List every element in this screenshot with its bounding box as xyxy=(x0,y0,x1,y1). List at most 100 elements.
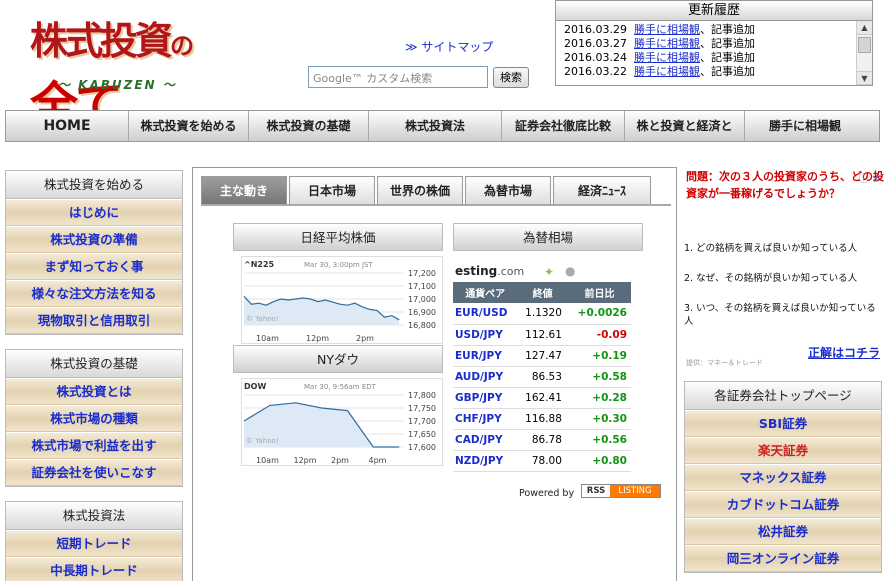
fx-row[interactable]: NZD/JPY 78.00 +0.80 xyxy=(453,450,631,472)
tab-2[interactable]: 世界の株価 xyxy=(377,176,463,204)
chart-stamp: Mar 30, 9:56am EDT xyxy=(304,383,377,391)
scroll-down-icon[interactable]: ▼ xyxy=(857,71,872,85)
chart-stamp: Mar 30, 3:00pm JST xyxy=(304,261,374,269)
fx-pair[interactable]: EUR/JPY xyxy=(453,345,518,367)
sidebar-link[interactable]: 短期トレード xyxy=(6,530,182,557)
tab-0[interactable]: 主な動き xyxy=(201,176,287,204)
broker-link[interactable]: 岡三オンライン証券 xyxy=(685,545,881,572)
history-link[interactable]: 勝手に相場観 xyxy=(634,23,700,36)
logo-subtitle: 〜 KABUZEN 〜 xyxy=(58,78,177,92)
sitemap-link[interactable]: ≫ サイトマップ xyxy=(405,38,493,55)
ad-credit: 提供：マネー＆トレード xyxy=(686,359,763,367)
history-link[interactable]: 勝手に相場観 xyxy=(634,37,700,50)
nav-item-5[interactable]: 株と投資と経済と xyxy=(625,111,745,141)
history-date: 2016.03.29 xyxy=(564,23,627,36)
fx-rate: 127.47 xyxy=(517,345,568,367)
nikkei-chart[interactable]: ^N225 Mar 30, 3:00pm JST 17,200 17,100 17,00… xyxy=(241,256,443,344)
fx-change: +0.80 xyxy=(567,450,631,472)
sidebar-link[interactable]: 株式投資とは xyxy=(6,378,182,405)
site-logo[interactable]: 株式投資の全て 〜 KABUZEN 〜 xyxy=(30,10,220,133)
ad-answer-link[interactable]: 正解はコチラ xyxy=(808,344,880,361)
nav-item-0[interactable]: HOME xyxy=(6,111,129,141)
broker-link[interactable]: カブドットコム証券 xyxy=(685,491,881,518)
fx-rate: 162.41 xyxy=(517,387,568,409)
history-link[interactable]: 勝手に相場観 xyxy=(634,51,700,64)
tab-divider xyxy=(201,204,671,206)
sidebar-link[interactable]: 株式投資の準備 xyxy=(6,226,182,253)
android-icon[interactable]: ✦ xyxy=(544,265,554,279)
fx-pair[interactable]: EUR/USD xyxy=(453,303,518,325)
quiz-ad[interactable]: 問題：次の３人の投資家のうち、どの投資家が一番稼げるでしょうか？ ⓘ ✕ 1. … xyxy=(684,168,884,378)
broker-link[interactable]: 楽天証券 xyxy=(685,437,881,464)
tab-1[interactable]: 日本市場 xyxy=(289,176,375,204)
sidebar-link[interactable]: はじめに xyxy=(6,199,182,226)
sidebar-section-title: 株式投資法 xyxy=(6,502,182,530)
sidebar-link[interactable]: 株式市場の種類 xyxy=(6,405,182,432)
sidebar-link[interactable]: まず知っておく事 xyxy=(6,253,182,280)
nav-item-4[interactable]: 証券会社徹底比較 xyxy=(502,111,625,141)
fx-table: 通貨ペア 終値 前日比 EUR/USD 1.1320 +0.0026 USD/JPY 1… xyxy=(453,282,631,472)
x-tick: 4pm xyxy=(369,456,387,465)
sidebar-link[interactable]: 様々な注文方法を知る xyxy=(6,280,182,307)
nikkei-title: 日経平均株価 xyxy=(233,223,443,251)
ad-info-icon[interactable]: ⓘ ✕ xyxy=(858,170,880,185)
sidebar-link[interactable]: 株式市場で利益を出す xyxy=(6,432,182,459)
fx-pair[interactable]: AUD/JPY xyxy=(453,366,518,388)
fx-row[interactable]: EUR/USD 1.1320 +0.0026 xyxy=(453,303,631,325)
investing-logo[interactable]: esting.com xyxy=(455,264,524,278)
apple-icon[interactable]: ● xyxy=(565,264,575,278)
fx-pair[interactable]: CHF/JPY xyxy=(453,408,518,430)
fx-change: +0.58 xyxy=(567,366,631,388)
ad-option: 2. なぜ、その銘柄が良いか知っている人 xyxy=(684,273,858,284)
broker-link[interactable]: SBI証券 xyxy=(685,410,881,437)
search-input[interactable]: Google™ カスタム検索 xyxy=(308,66,488,88)
scroll-up-icon[interactable]: ▲ xyxy=(857,21,872,35)
nav-item-6[interactable]: 勝手に相場観 xyxy=(745,111,865,141)
fx-row[interactable]: CAD/JPY 86.78 +0.56 xyxy=(453,429,631,451)
scroll-thumb[interactable] xyxy=(858,37,871,53)
sidebar-section: 株式投資の基礎 株式投資とは 株式市場の種類 株式市場で利益を出す 証券会社を使いこなす xyxy=(5,349,183,487)
fx-row[interactable]: CHF/JPY 116.88 +0.30 xyxy=(453,408,631,430)
y-tick: 16,900 xyxy=(408,308,436,317)
y-tick: 17,750 xyxy=(408,404,436,413)
fx-row[interactable]: USD/JPY 112.61 -0.09 xyxy=(453,324,631,346)
history-date: 2016.03.27 xyxy=(564,37,627,50)
sidebar-link[interactable]: 中長期トレード xyxy=(6,557,182,581)
fx-row[interactable]: EUR/JPY 127.47 +0.19 xyxy=(453,345,631,367)
history-suffix: 、記事追加 xyxy=(700,37,755,50)
history-item: 2016.03.27 勝手に相場観、記事追加 xyxy=(564,37,856,51)
fx-pair[interactable]: CAD/JPY xyxy=(453,429,518,451)
fx-pair[interactable]: GBP/JPY xyxy=(453,387,518,409)
nav-item-2[interactable]: 株式投資の基礎 xyxy=(249,111,369,141)
rss-listing-badge[interactable]: RSS LISTING xyxy=(581,484,661,498)
sidebar-section: 株式投資を始める はじめに 株式投資の準備 まず知っておく事 様々な注文方法を知る 現物取… xyxy=(5,170,183,335)
nav-item-1[interactable]: 株式投資を始める xyxy=(129,111,249,141)
search-button[interactable]: 検索 xyxy=(493,67,529,88)
global-nav: HOME 株式投資を始める 株式投資の基礎 株式投資法 証券会社徹底比較 株と投資と経済と… xyxy=(5,110,880,142)
sidebar-link[interactable]: 現物取引と信用取引 xyxy=(6,307,182,334)
fx-header-change: 前日比 xyxy=(567,282,631,303)
fx-row[interactable]: AUD/JPY 86.53 +0.58 xyxy=(453,366,631,388)
sidebar-link[interactable]: 証券会社を使いこなす xyxy=(6,459,182,486)
listing-label: LISTING xyxy=(610,485,660,497)
market-tabs: 主な動き 日本市場 世界の株価 為替市場 経済ﾆｭｰｽ xyxy=(201,176,653,204)
y-tick: 17,100 xyxy=(408,282,436,291)
tab-3[interactable]: 為替市場 xyxy=(465,176,551,204)
broker-link[interactable]: 松井証券 xyxy=(685,518,881,545)
fx-pair[interactable]: USD/JPY xyxy=(453,324,518,346)
y-tick: 17,800 xyxy=(408,391,436,400)
nav-item-3[interactable]: 株式投資法 xyxy=(369,111,502,141)
tab-4[interactable]: 経済ﾆｭｰｽ xyxy=(553,176,651,204)
fx-change: +0.19 xyxy=(567,345,631,367)
fx-rate: 116.88 xyxy=(517,408,568,430)
fx-pair[interactable]: NZD/JPY xyxy=(453,450,518,472)
dow-chart[interactable]: DOW Mar 30, 9:56am EDT 17,800 17,750 17,700 1… xyxy=(241,378,443,466)
fx-row[interactable]: GBP/JPY 162.41 +0.28 xyxy=(453,387,631,409)
update-history-title: 更新履歴 xyxy=(556,1,872,21)
chart-symbol: DOW xyxy=(244,382,266,391)
history-link[interactable]: 勝手に相場観 xyxy=(634,65,700,78)
history-scrollbar[interactable]: ▲ ▼ xyxy=(856,21,872,85)
fx-change: +0.0026 xyxy=(567,303,631,325)
broker-link[interactable]: マネックス証券 xyxy=(685,464,881,491)
y-tick: 17,200 xyxy=(408,269,436,278)
